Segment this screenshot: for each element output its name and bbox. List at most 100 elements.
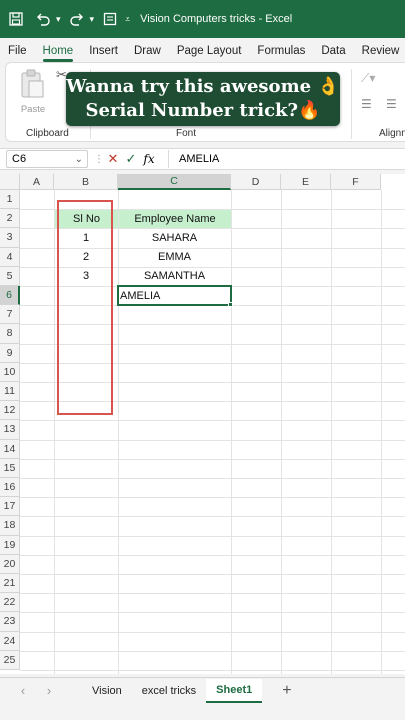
window-title: Vision Computers tricks - Excel [140, 13, 293, 25]
column-header-a[interactable]: A [20, 174, 54, 190]
row-header-18[interactable]: 18 [0, 516, 20, 536]
row-header-6[interactable]: 6 [0, 286, 20, 306]
redo-icon[interactable] [66, 8, 88, 30]
row-header-15[interactable]: 15 [0, 458, 20, 478]
indent-increase-icon[interactable]: ☰ [386, 97, 397, 111]
sheet-tab-sheet1[interactable]: Sheet1 [206, 678, 263, 703]
column-header-e[interactable]: E [281, 174, 331, 190]
row-header-22[interactable]: 22 [0, 593, 20, 613]
tab-formulas[interactable]: Formulas [249, 45, 313, 62]
row-gridline [20, 612, 405, 614]
row-header-24[interactable]: 24 [0, 631, 20, 651]
row-gridline [20, 670, 405, 671]
row-header-23[interactable]: 23 [0, 612, 20, 632]
row-header-4[interactable]: 4 [0, 247, 20, 267]
column-header-d[interactable]: D [231, 174, 281, 190]
row-gridline [20, 420, 405, 422]
more-icon[interactable]: ⋮ [94, 154, 104, 165]
undo-dropdown-icon[interactable]: ▾ [56, 14, 61, 25]
chevron-left-icon[interactable]: ‹ [10, 683, 36, 698]
row-gridline [20, 458, 405, 460]
customize-icon[interactable]: ⩡ [125, 14, 130, 25]
row-header-3[interactable]: 3 [0, 228, 20, 248]
row-header-11[interactable]: 11 [0, 382, 20, 402]
tab-draw[interactable]: Draw [126, 45, 169, 62]
name-box[interactable]: C6 ⌄ [6, 150, 88, 168]
row-header-13[interactable]: 13 [0, 420, 20, 440]
row-header-14[interactable]: 14 [0, 439, 20, 459]
row-header-5[interactable]: 5 [0, 266, 20, 286]
active-cell-border [117, 285, 232, 307]
status-bar [0, 703, 405, 720]
alignment-group-label: Alignm [379, 128, 405, 139]
ribbon-tabs: File Home Insert Draw Page Layout Formul… [0, 38, 405, 62]
paste-icon [21, 69, 44, 98]
banner-line-2: Serial Number trick?🔥 [85, 100, 321, 121]
row-header-9[interactable]: 9 [0, 343, 20, 363]
print-preview-icon[interactable] [99, 8, 121, 30]
chevron-down-icon[interactable]: ⌄ [75, 154, 83, 165]
row-header-20[interactable]: 20 [0, 554, 20, 574]
chevron-right-icon[interactable]: › [36, 683, 62, 698]
employee-name-cell[interactable]: EMMA [118, 248, 231, 267]
row-header-7[interactable]: 7 [0, 305, 20, 325]
employee-name-cell[interactable]: SAHARA [118, 228, 231, 247]
add-sheet-icon[interactable]: + [282, 682, 291, 700]
employee-name-cell[interactable]: SAMANTHA [118, 267, 231, 286]
tab-data[interactable]: Data [313, 45, 353, 62]
column-header-f[interactable]: F [331, 174, 381, 190]
row-header-2[interactable]: 2 [0, 209, 20, 229]
tab-insert[interactable]: Insert [81, 45, 126, 62]
worksheet-grid[interactable]: A B C D E F 1 2 3 4 5 6 7 8 9 10 11 12 13 14 15 16 17 18 19 20 21 2… [0, 174, 405, 674]
row-header-19[interactable]: 19 [0, 535, 20, 555]
redo-dropdown-icon[interactable]: ▾ [90, 14, 95, 25]
orientation-icon[interactable]: ⟋▾ [361, 71, 375, 86]
row-gridline [20, 650, 405, 652]
row-gridline [20, 574, 405, 575]
sheet-tab-vision[interactable]: Vision [82, 679, 132, 703]
insert-function-icon[interactable]: fx [140, 152, 158, 166]
row-header-21[interactable]: 21 [0, 574, 20, 594]
row-gridline [20, 516, 405, 518]
row-header-25[interactable]: 25 [0, 650, 20, 670]
row-gridline [20, 535, 405, 537]
select-all-corner[interactable] [0, 174, 20, 190]
indent-decrease-icon[interactable]: ☰ [361, 97, 372, 111]
column-gridline [281, 190, 282, 674]
name-box-value: C6 [12, 153, 27, 165]
row-gridline [20, 554, 405, 556]
row-header-8[interactable]: 8 [0, 324, 20, 344]
column-header-c[interactable]: C [118, 174, 231, 190]
tab-page-layout[interactable]: Page Layout [169, 45, 250, 62]
column-header-b[interactable]: B [54, 174, 118, 190]
row-gridline [20, 593, 405, 595]
save-icon[interactable] [5, 8, 27, 30]
row-header-16[interactable]: 16 [0, 478, 20, 498]
undo-icon[interactable] [32, 8, 54, 30]
row-header-10[interactable]: 10 [0, 362, 20, 382]
tab-file[interactable]: File [0, 45, 35, 62]
excel-window: ▾ ▾ ⩡ Vision Computers tricks - Excel Fi… [0, 0, 405, 720]
row-header-17[interactable]: 17 [0, 497, 20, 517]
tab-review[interactable]: Review [354, 45, 405, 62]
employee-name-header[interactable]: Employee Name [119, 210, 231, 229]
column-gridline [381, 190, 382, 674]
tab-home[interactable]: Home [35, 45, 82, 62]
column-gridline [231, 190, 232, 674]
promo-banner: Wanna try this awesome 👌 Serial Number t… [66, 72, 340, 126]
formula-input[interactable]: AMELIA [168, 150, 219, 168]
paste-button[interactable]: Paste [18, 69, 48, 117]
row-header-1[interactable]: 1 [0, 190, 20, 210]
enter-icon[interactable]: ✓ [122, 151, 140, 167]
cancel-icon[interactable]: ✕ [104, 151, 122, 167]
font-group-label: Font [176, 128, 197, 139]
row-gridline [20, 478, 405, 479]
column-gridline [331, 190, 332, 674]
row-header-12[interactable]: 12 [0, 401, 20, 421]
sheet-tab-bar: ‹ › Vision excel tricks Sheet1 + [0, 677, 405, 703]
sheet-tab-excel-tricks[interactable]: excel tricks [132, 679, 206, 703]
paste-label: Paste [20, 104, 46, 115]
row-gridline [20, 439, 405, 441]
highlight-box [57, 200, 113, 416]
fill-handle[interactable] [228, 302, 233, 308]
